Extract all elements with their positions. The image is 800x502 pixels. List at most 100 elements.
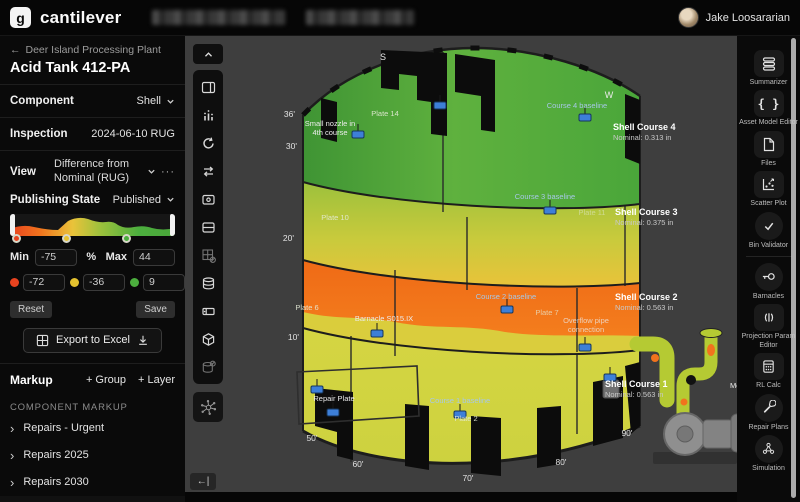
chevron-right-icon[interactable]: › bbox=[10, 449, 14, 462]
component-label: Component bbox=[10, 95, 74, 107]
svg-text:Course 4 baseline: Course 4 baseline bbox=[547, 101, 607, 110]
reset-button[interactable]: Reset bbox=[10, 300, 53, 318]
view-select[interactable]: Difference from Nominal (RUG) bbox=[40, 158, 144, 186]
layers-off-button[interactable] bbox=[196, 355, 220, 379]
green-threshold-handle[interactable] bbox=[122, 233, 131, 243]
compass-w: W bbox=[605, 90, 614, 100]
collapse-left-button[interactable]: ←| bbox=[190, 473, 216, 490]
barnacles-icon[interactable] bbox=[754, 262, 783, 291]
green-threshold-input[interactable] bbox=[143, 273, 185, 291]
tag-button[interactable] bbox=[196, 299, 220, 323]
save-button[interactable]: Save bbox=[136, 300, 175, 318]
logo-glyph: g bbox=[16, 9, 25, 26]
panel-layout-button[interactable] bbox=[196, 75, 220, 99]
hot-spot bbox=[651, 354, 659, 362]
scatter-plot-icon[interactable] bbox=[753, 171, 784, 199]
view-row: View Difference from Nominal (RUG) ··· bbox=[0, 151, 185, 190]
asset-model-editor-icon[interactable]: { } bbox=[753, 90, 784, 118]
tool-repair-plans[interactable]: Repair Plans bbox=[739, 393, 799, 432]
split-view-button[interactable] bbox=[196, 215, 220, 239]
hot-spot bbox=[680, 398, 688, 406]
box-target-button[interactable] bbox=[196, 187, 220, 211]
course-1-nominal: Nominal: 0.563 in bbox=[605, 390, 663, 399]
markup-header: Markup + Group + Layer bbox=[0, 364, 185, 396]
summarizer-icon[interactable] bbox=[753, 50, 784, 77]
tool-asset-model-editor[interactable]: { } Asset Model Editor bbox=[739, 90, 799, 127]
user-menu[interactable]: Jake Loosararian bbox=[677, 7, 790, 28]
markup-group-repairs-2030[interactable]: › Repairs 2030 bbox=[0, 469, 185, 496]
rl-calc-icon[interactable] bbox=[753, 353, 784, 381]
min-label: Min bbox=[10, 251, 29, 263]
publishing-label: Publishing State bbox=[10, 193, 101, 206]
yellow-threshold-handle[interactable] bbox=[62, 233, 71, 243]
export-to-excel-button[interactable]: Export to Excel bbox=[23, 327, 162, 353]
layers-button[interactable] bbox=[196, 271, 220, 295]
avatar[interactable] bbox=[677, 7, 699, 28]
markup-group-repairs-urgent[interactable]: › Repairs - Urgent bbox=[0, 415, 185, 442]
svg-text:80': 80' bbox=[555, 457, 566, 467]
svg-text:20': 20' bbox=[283, 233, 294, 243]
page-title: Acid Tank 412-PA bbox=[10, 60, 131, 76]
svg-text:Small nozzle in: Small nozzle in bbox=[305, 119, 355, 128]
grid-off-button[interactable] bbox=[196, 243, 220, 267]
tool-files[interactable]: Files bbox=[739, 130, 799, 168]
svg-text:Plate 2: Plate 2 bbox=[454, 414, 477, 423]
svg-text:4th course: 4th course bbox=[312, 128, 347, 137]
files-icon[interactable] bbox=[753, 130, 784, 158]
component-markup-section-label: COMPONENT MARKUP bbox=[10, 401, 128, 413]
markup-group-repairs-2025[interactable]: › Repairs 2025 bbox=[0, 442, 185, 469]
tool-barnacles[interactable]: Barnacles bbox=[739, 262, 799, 301]
redacted-nav-item[interactable] bbox=[306, 10, 414, 25]
projection-param-editor-icon[interactable] bbox=[753, 304, 784, 332]
chevron-down-icon[interactable] bbox=[147, 167, 156, 176]
tool-summarizer[interactable]: Summarizer bbox=[739, 50, 799, 87]
threshold-values-row bbox=[0, 268, 185, 297]
breadcrumb[interactable]: ← Deer Island Processing Plant bbox=[10, 44, 175, 56]
svg-text:70': 70' bbox=[462, 473, 473, 483]
tank-render[interactable]: S W 36' 30' 20' 10' 50' 60' 70' 80' 90' … bbox=[185, 36, 737, 492]
publishing-select[interactable]: Published bbox=[113, 194, 175, 206]
bin-validator-icon[interactable] bbox=[754, 211, 783, 240]
yellow-dot-icon bbox=[70, 277, 79, 287]
tool-bin-validator[interactable]: Bin Validator bbox=[739, 211, 799, 250]
swap-arrows-button[interactable] bbox=[196, 159, 220, 183]
svg-text:Motor: Motor bbox=[730, 381, 737, 390]
range-handle-right[interactable] bbox=[170, 213, 175, 236]
color-scale-slider[interactable] bbox=[0, 212, 185, 244]
window-scrollbar[interactable] bbox=[791, 38, 796, 498]
brand-name[interactable]: cantilever bbox=[40, 8, 121, 28]
component-select[interactable]: Shell bbox=[137, 95, 175, 107]
more-options-icon[interactable]: ··· bbox=[161, 166, 175, 178]
refresh-button[interactable] bbox=[196, 131, 220, 155]
course-2-name: Shell Course 2 bbox=[615, 292, 678, 302]
tool-projection-param-editor[interactable]: Projection Param Editor bbox=[739, 304, 799, 350]
add-group-button[interactable]: + Group bbox=[86, 374, 126, 386]
repair-plans-icon[interactable] bbox=[754, 393, 783, 422]
tool-scatter-plot[interactable]: Scatter Plot bbox=[739, 171, 799, 208]
viewport-3d[interactable]: S W 36' 30' 20' 10' 50' 60' 70' 80' 90' … bbox=[185, 36, 737, 502]
tool-simulation[interactable]: Simulation bbox=[739, 434, 799, 473]
yellow-threshold-input[interactable] bbox=[83, 273, 125, 291]
max-input[interactable] bbox=[132, 248, 175, 266]
back-arrow-icon[interactable]: ← bbox=[10, 44, 21, 56]
redacted-nav-item[interactable] bbox=[152, 10, 285, 25]
min-input[interactable] bbox=[34, 248, 77, 266]
red-threshold-input[interactable] bbox=[23, 273, 65, 291]
brand-logo-icon[interactable]: g bbox=[10, 7, 31, 28]
repair-plan-item[interactable]: Repair Plan - 2028-01-01 - Insert… bbox=[0, 495, 185, 502]
toolbar-collapse-button[interactable] bbox=[193, 44, 223, 64]
pipe-patch bbox=[686, 375, 696, 385]
inspection-value[interactable]: 2024-06-10 RUG bbox=[91, 128, 175, 140]
chevron-right-icon[interactable]: › bbox=[10, 476, 14, 489]
group-label: Repairs 2030 bbox=[23, 476, 89, 488]
red-threshold-handle[interactable] bbox=[12, 233, 21, 243]
barnacle-tool-button[interactable] bbox=[193, 392, 223, 422]
tool-rl-calc[interactable]: RL Calc bbox=[739, 353, 799, 390]
chevron-right-icon[interactable]: › bbox=[10, 422, 14, 435]
bar-chart-button[interactable] bbox=[196, 103, 220, 127]
range-handle-left[interactable] bbox=[10, 213, 15, 236]
cube-button[interactable] bbox=[196, 327, 220, 351]
simulation-icon[interactable] bbox=[754, 434, 783, 463]
add-layer-button[interactable]: + Layer bbox=[138, 374, 175, 386]
histogram-gradient[interactable] bbox=[10, 213, 175, 236]
